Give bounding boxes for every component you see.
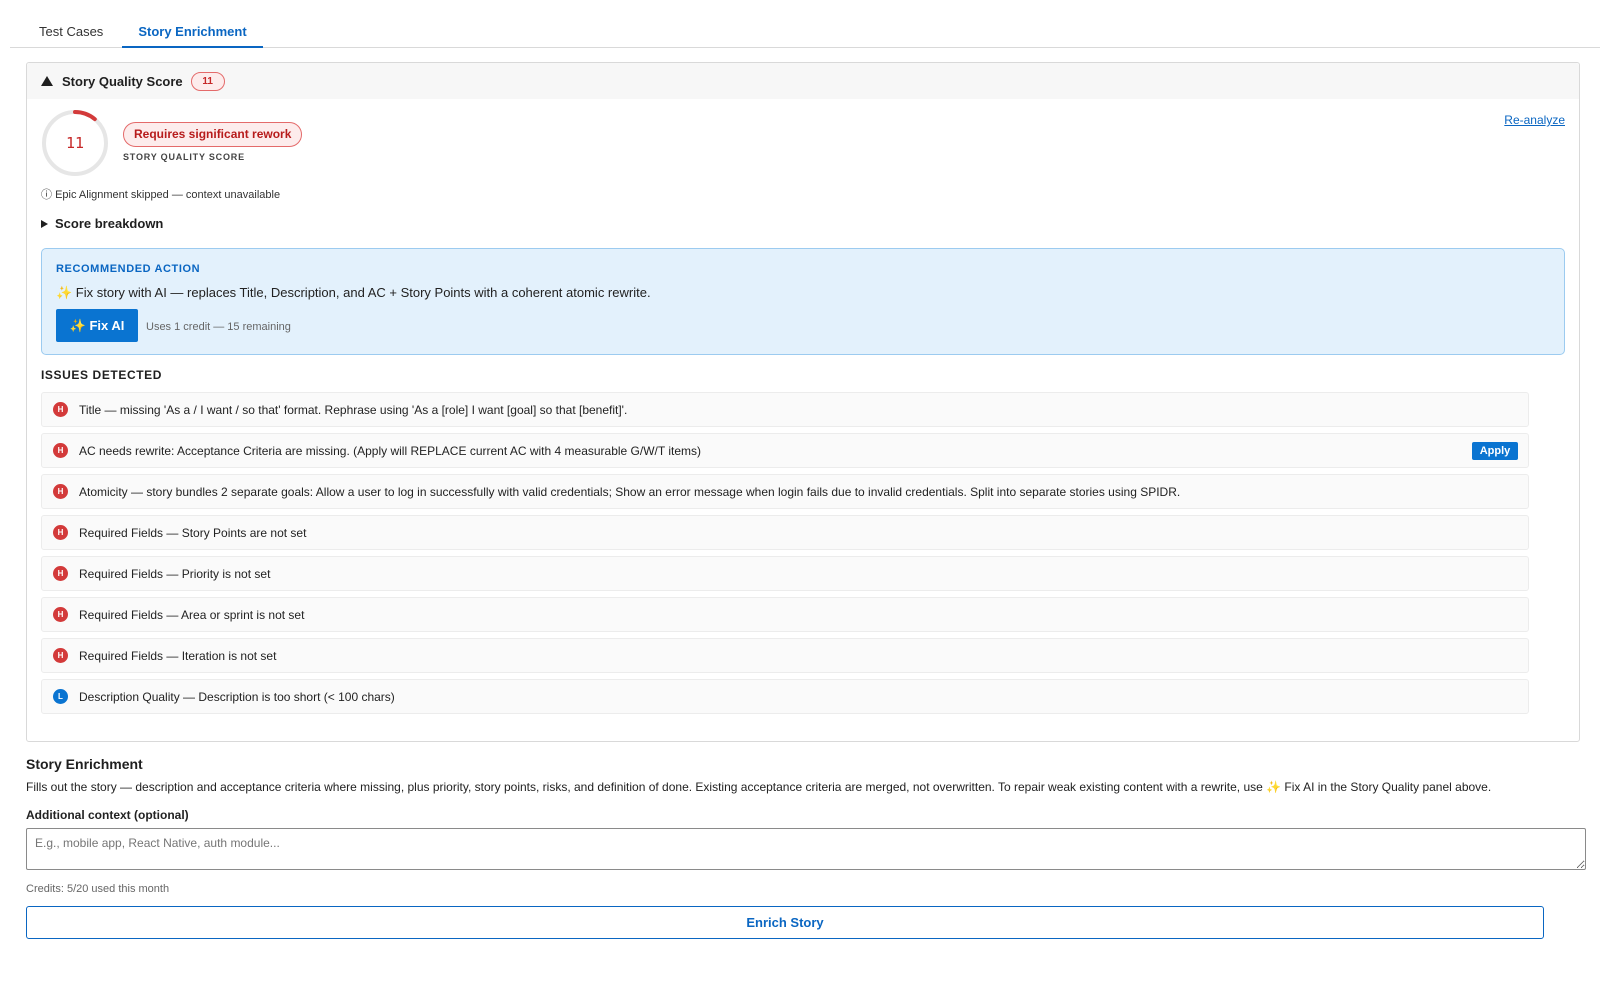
fix-ai-button[interactable]: ✨ Fix AI: [56, 309, 138, 342]
issue-row: H Required Fields — Area or sprint is no…: [41, 597, 1529, 632]
issue-row: L Description Quality — Description is t…: [41, 679, 1529, 714]
high-severity-icon: H: [53, 566, 68, 581]
story-enrichment-title: Story Enrichment: [26, 756, 143, 772]
story-quality-header[interactable]: Story Quality Score 11: [27, 63, 1579, 99]
epic-alignment-note: ⓘ Epic Alignment skipped — context unava…: [41, 186, 280, 202]
issue-text: Required Fields — Story Points are not s…: [79, 525, 307, 540]
issue-row: H Title — missing 'As a / I want / so th…: [41, 392, 1529, 427]
recommended-action-text: ✨ Fix story with AI — replaces Title, De…: [56, 285, 651, 300]
issue-text: Title — missing 'As a / I want / so that…: [79, 402, 628, 417]
low-severity-icon: L: [53, 689, 68, 704]
issue-text: Description Quality — Description is too…: [79, 689, 395, 704]
story-enrichment-description: Fills out the story — description and ac…: [26, 780, 1492, 794]
additional-context-input[interactable]: [26, 828, 1586, 870]
score-breakdown-label: Score breakdown: [55, 216, 164, 231]
issue-text: Required Fields — Priority is not set: [79, 566, 271, 581]
apply-button[interactable]: Apply: [1472, 442, 1518, 460]
issue-row: H AC needs rewrite: Acceptance Criteria …: [41, 433, 1529, 468]
tab-test-cases[interactable]: Test Cases: [10, 18, 120, 48]
issue-row: H Required Fields — Story Points are not…: [41, 515, 1529, 550]
additional-context-label: Additional context (optional): [26, 808, 189, 822]
high-severity-icon: H: [53, 607, 68, 622]
high-severity-icon: H: [53, 402, 68, 417]
score-caption: STORY QUALITY SCORE: [123, 152, 245, 162]
score-value: 11: [65, 134, 85, 152]
high-severity-icon: H: [53, 443, 68, 458]
issue-row: H Atomicity — story bundles 2 separate g…: [41, 474, 1529, 509]
issue-text: Required Fields — Iteration is not set: [79, 648, 277, 663]
collapse-triangle-icon: [41, 76, 53, 86]
story-quality-title: Story Quality Score: [62, 73, 183, 89]
score-breakdown-toggle[interactable]: Score breakdown: [41, 216, 163, 231]
issue-text: Required Fields — Area or sprint is not …: [79, 607, 305, 622]
story-quality-panel: Story Quality Score 11 11 Requires signi…: [26, 62, 1580, 742]
recommended-action-title: RECOMMENDED ACTION: [56, 263, 201, 275]
score-count-badge: 11: [190, 71, 225, 91]
issue-text: AC needs rewrite: Acceptance Criteria ar…: [79, 443, 701, 458]
issue-text: Atomicity — story bundles 2 separate goa…: [79, 484, 1181, 499]
high-severity-icon: H: [53, 484, 68, 499]
recommended-action-box: RECOMMENDED ACTION ✨ Fix story with AI —…: [41, 248, 1565, 355]
fix-ai-credit-note: Uses 1 credit — 15 remaining: [146, 321, 291, 333]
issues-list: H Title — missing 'As a / I want / so th…: [41, 392, 1529, 720]
issue-row: H Required Fields — Iteration is not set: [41, 638, 1529, 673]
high-severity-icon: H: [53, 648, 68, 663]
tab-story-enrichment[interactable]: Story Enrichment: [122, 18, 263, 48]
issues-detected-title: ISSUES DETECTED: [41, 368, 163, 382]
epic-alignment-text: Epic Alignment skipped — context unavail…: [55, 189, 281, 201]
status-badge: Requires significant rework: [123, 122, 303, 147]
expand-triangle-icon: [41, 219, 48, 228]
issue-row: H Required Fields — Priority is not set: [41, 556, 1529, 591]
reanalyze-link[interactable]: Re-analyze: [1504, 113, 1565, 127]
score-gauge: 11: [41, 109, 109, 177]
high-severity-icon: H: [53, 525, 68, 540]
credits-used-note: Credits: 5/20 used this month: [26, 883, 170, 895]
enrich-story-button[interactable]: Enrich Story: [26, 906, 1544, 939]
tab-bar: Test Cases Story Enrichment: [10, 18, 1600, 48]
info-icon: ⓘ: [41, 189, 52, 201]
